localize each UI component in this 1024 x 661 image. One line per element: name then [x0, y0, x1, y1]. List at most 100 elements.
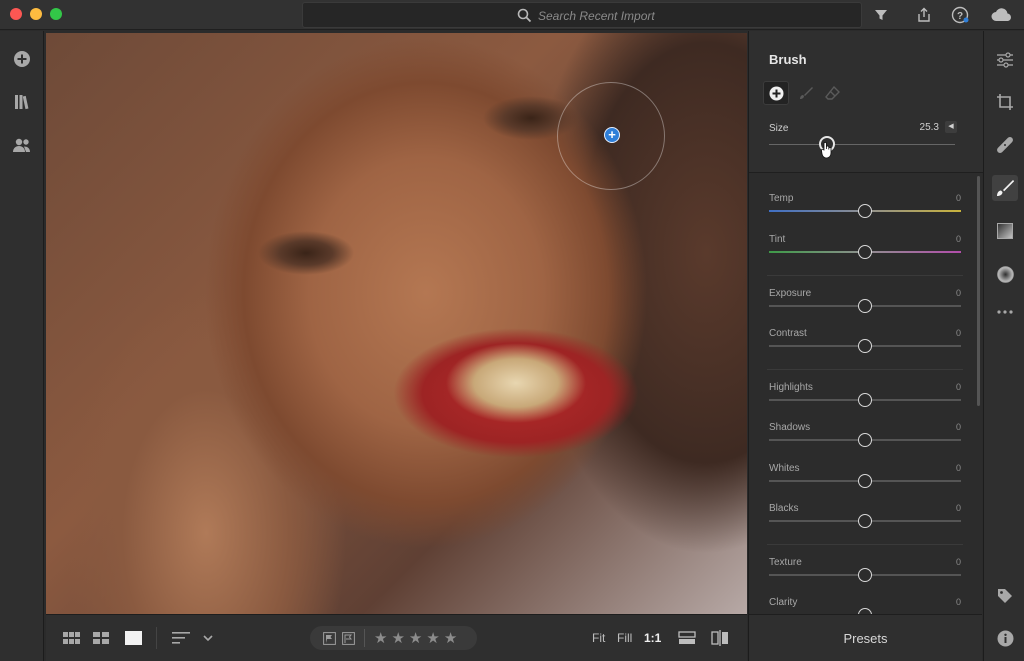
- blacks-slider[interactable]: Blacks 0: [769, 503, 961, 543]
- presets-button[interactable]: Presets: [748, 614, 982, 661]
- temp-value[interactable]: 0: [956, 193, 961, 203]
- contrast-slider[interactable]: Contrast 0: [769, 328, 961, 368]
- blacks-label: Blacks: [769, 503, 799, 514]
- fit-button[interactable]: Fit: [592, 631, 605, 645]
- exposure-slider[interactable]: Exposure 0: [769, 288, 961, 328]
- temp-slider[interactable]: Temp 0: [769, 193, 961, 233]
- grid-small-icon[interactable]: [92, 629, 110, 647]
- texture-value[interactable]: 0: [956, 557, 961, 567]
- share-icon[interactable]: [914, 5, 934, 25]
- grid-large-icon[interactable]: [62, 629, 80, 647]
- clarity-value[interactable]: 0: [956, 597, 961, 607]
- exposure-knob[interactable]: [858, 299, 872, 313]
- section-divider: [767, 275, 963, 276]
- star-4[interactable]: ★: [426, 629, 439, 647]
- exposure-value[interactable]: 0: [956, 288, 961, 298]
- blacks-value[interactable]: 0: [956, 503, 961, 513]
- star-3[interactable]: ★: [409, 629, 422, 647]
- add-photos-icon[interactable]: [11, 48, 33, 70]
- flag-pick-icon[interactable]: [321, 630, 337, 646]
- temp-label: Temp: [769, 193, 794, 204]
- star-1[interactable]: ★: [374, 629, 387, 647]
- single-view-icon[interactable]: [123, 629, 143, 647]
- whites-label: Whites: [769, 463, 800, 474]
- info-icon[interactable]: [992, 625, 1018, 651]
- highlights-label: Highlights: [769, 382, 813, 393]
- blacks-knob[interactable]: [858, 514, 872, 528]
- zoom-window-button[interactable]: [50, 8, 62, 20]
- highlights-knob[interactable]: [858, 393, 872, 407]
- sort-icon[interactable]: [170, 629, 192, 647]
- more-icon[interactable]: [992, 299, 1018, 325]
- tint-value[interactable]: 0: [956, 234, 961, 244]
- panel-title: Brush: [769, 52, 807, 67]
- star-2[interactable]: ★: [391, 629, 404, 647]
- chevron-down-icon[interactable]: [200, 630, 216, 646]
- texture-knob[interactable]: [858, 568, 872, 582]
- clarity-slider[interactable]: Clarity 0: [769, 597, 961, 614]
- highlights-value[interactable]: 0: [956, 382, 961, 392]
- tint-label: Tint: [769, 234, 786, 245]
- temp-knob[interactable]: [858, 204, 872, 218]
- texture-label: Texture: [769, 557, 802, 568]
- shadows-slider[interactable]: Shadows 0: [769, 422, 961, 462]
- help-icon[interactable]: ?: [950, 5, 970, 25]
- erase-icon[interactable]: [819, 81, 845, 105]
- highlights-slider[interactable]: Highlights 0: [769, 382, 961, 422]
- tint-knob[interactable]: [858, 245, 872, 259]
- shadows-label: Shadows: [769, 422, 811, 433]
- divider: [156, 627, 157, 649]
- left-rail: [0, 31, 44, 661]
- panel-scrollbar[interactable]: [977, 176, 980, 406]
- fill-button[interactable]: Fill: [617, 631, 632, 645]
- add-brush-icon[interactable]: [763, 81, 789, 105]
- linear-gradient-icon[interactable]: [992, 218, 1018, 244]
- exposure-label: Exposure: [769, 288, 812, 299]
- search-field[interactable]: Search Recent Import: [302, 2, 862, 28]
- people-icon[interactable]: [11, 134, 33, 156]
- flag-reject-icon[interactable]: [340, 630, 356, 646]
- compare-icon[interactable]: [677, 629, 697, 647]
- brush-settings: Brush Size 25.3 ◀: [749, 31, 983, 173]
- divider: [364, 629, 365, 647]
- edit-sliders-icon[interactable]: [992, 47, 1018, 73]
- radial-gradient-icon[interactable]: [992, 261, 1018, 287]
- minimize-window-button[interactable]: [30, 8, 42, 20]
- texture-slider[interactable]: Texture 0: [769, 557, 961, 597]
- search-placeholder: Search Recent Import: [538, 8, 655, 23]
- library-icon[interactable]: [11, 91, 33, 113]
- section-divider: [767, 544, 963, 545]
- healing-icon[interactable]: [992, 132, 1018, 158]
- size-slider-track[interactable]: [769, 144, 955, 145]
- shadows-knob[interactable]: [858, 433, 872, 447]
- bottom-toolbar: ★ ★ ★ ★ ★ Fit Fill 1:1: [46, 614, 747, 661]
- size-value[interactable]: 25.3: [920, 122, 939, 133]
- brush-tool-icon[interactable]: [992, 175, 1018, 201]
- brush-icon[interactable]: [793, 81, 819, 105]
- rating-flag-pill: ★ ★ ★ ★ ★: [310, 626, 477, 650]
- whites-knob[interactable]: [858, 474, 872, 488]
- star-5[interactable]: ★: [444, 629, 457, 647]
- contrast-knob[interactable]: [858, 339, 872, 353]
- close-window-button[interactable]: [10, 8, 22, 20]
- brush-panel: Brush Size 25.3 ◀ Temp 0 Tint 0 Exposure…: [748, 31, 983, 614]
- search-icon: [517, 8, 532, 23]
- filter-icon[interactable]: [871, 5, 891, 25]
- star-rating[interactable]: ★ ★ ★ ★ ★: [374, 629, 457, 647]
- section-divider: [767, 369, 963, 370]
- cloud-icon[interactable]: [990, 5, 1014, 25]
- one-to-one-button[interactable]: 1:1: [644, 631, 661, 645]
- shadows-value[interactable]: 0: [956, 422, 961, 432]
- whites-slider[interactable]: Whites 0: [769, 463, 961, 503]
- brush-add-pin-icon[interactable]: +: [604, 127, 620, 143]
- whites-value[interactable]: 0: [956, 463, 961, 473]
- size-arrow-icon[interactable]: ◀: [945, 121, 957, 133]
- tint-slider[interactable]: Tint 0: [769, 234, 961, 274]
- tag-icon[interactable]: [992, 583, 1018, 609]
- photo-canvas[interactable]: +: [46, 33, 747, 614]
- before-after-icon[interactable]: [710, 629, 730, 647]
- crop-icon[interactable]: [992, 89, 1018, 115]
- mouse-cursor-icon: [821, 141, 832, 159]
- contrast-value[interactable]: 0: [956, 328, 961, 338]
- right-rail: [983, 31, 1024, 661]
